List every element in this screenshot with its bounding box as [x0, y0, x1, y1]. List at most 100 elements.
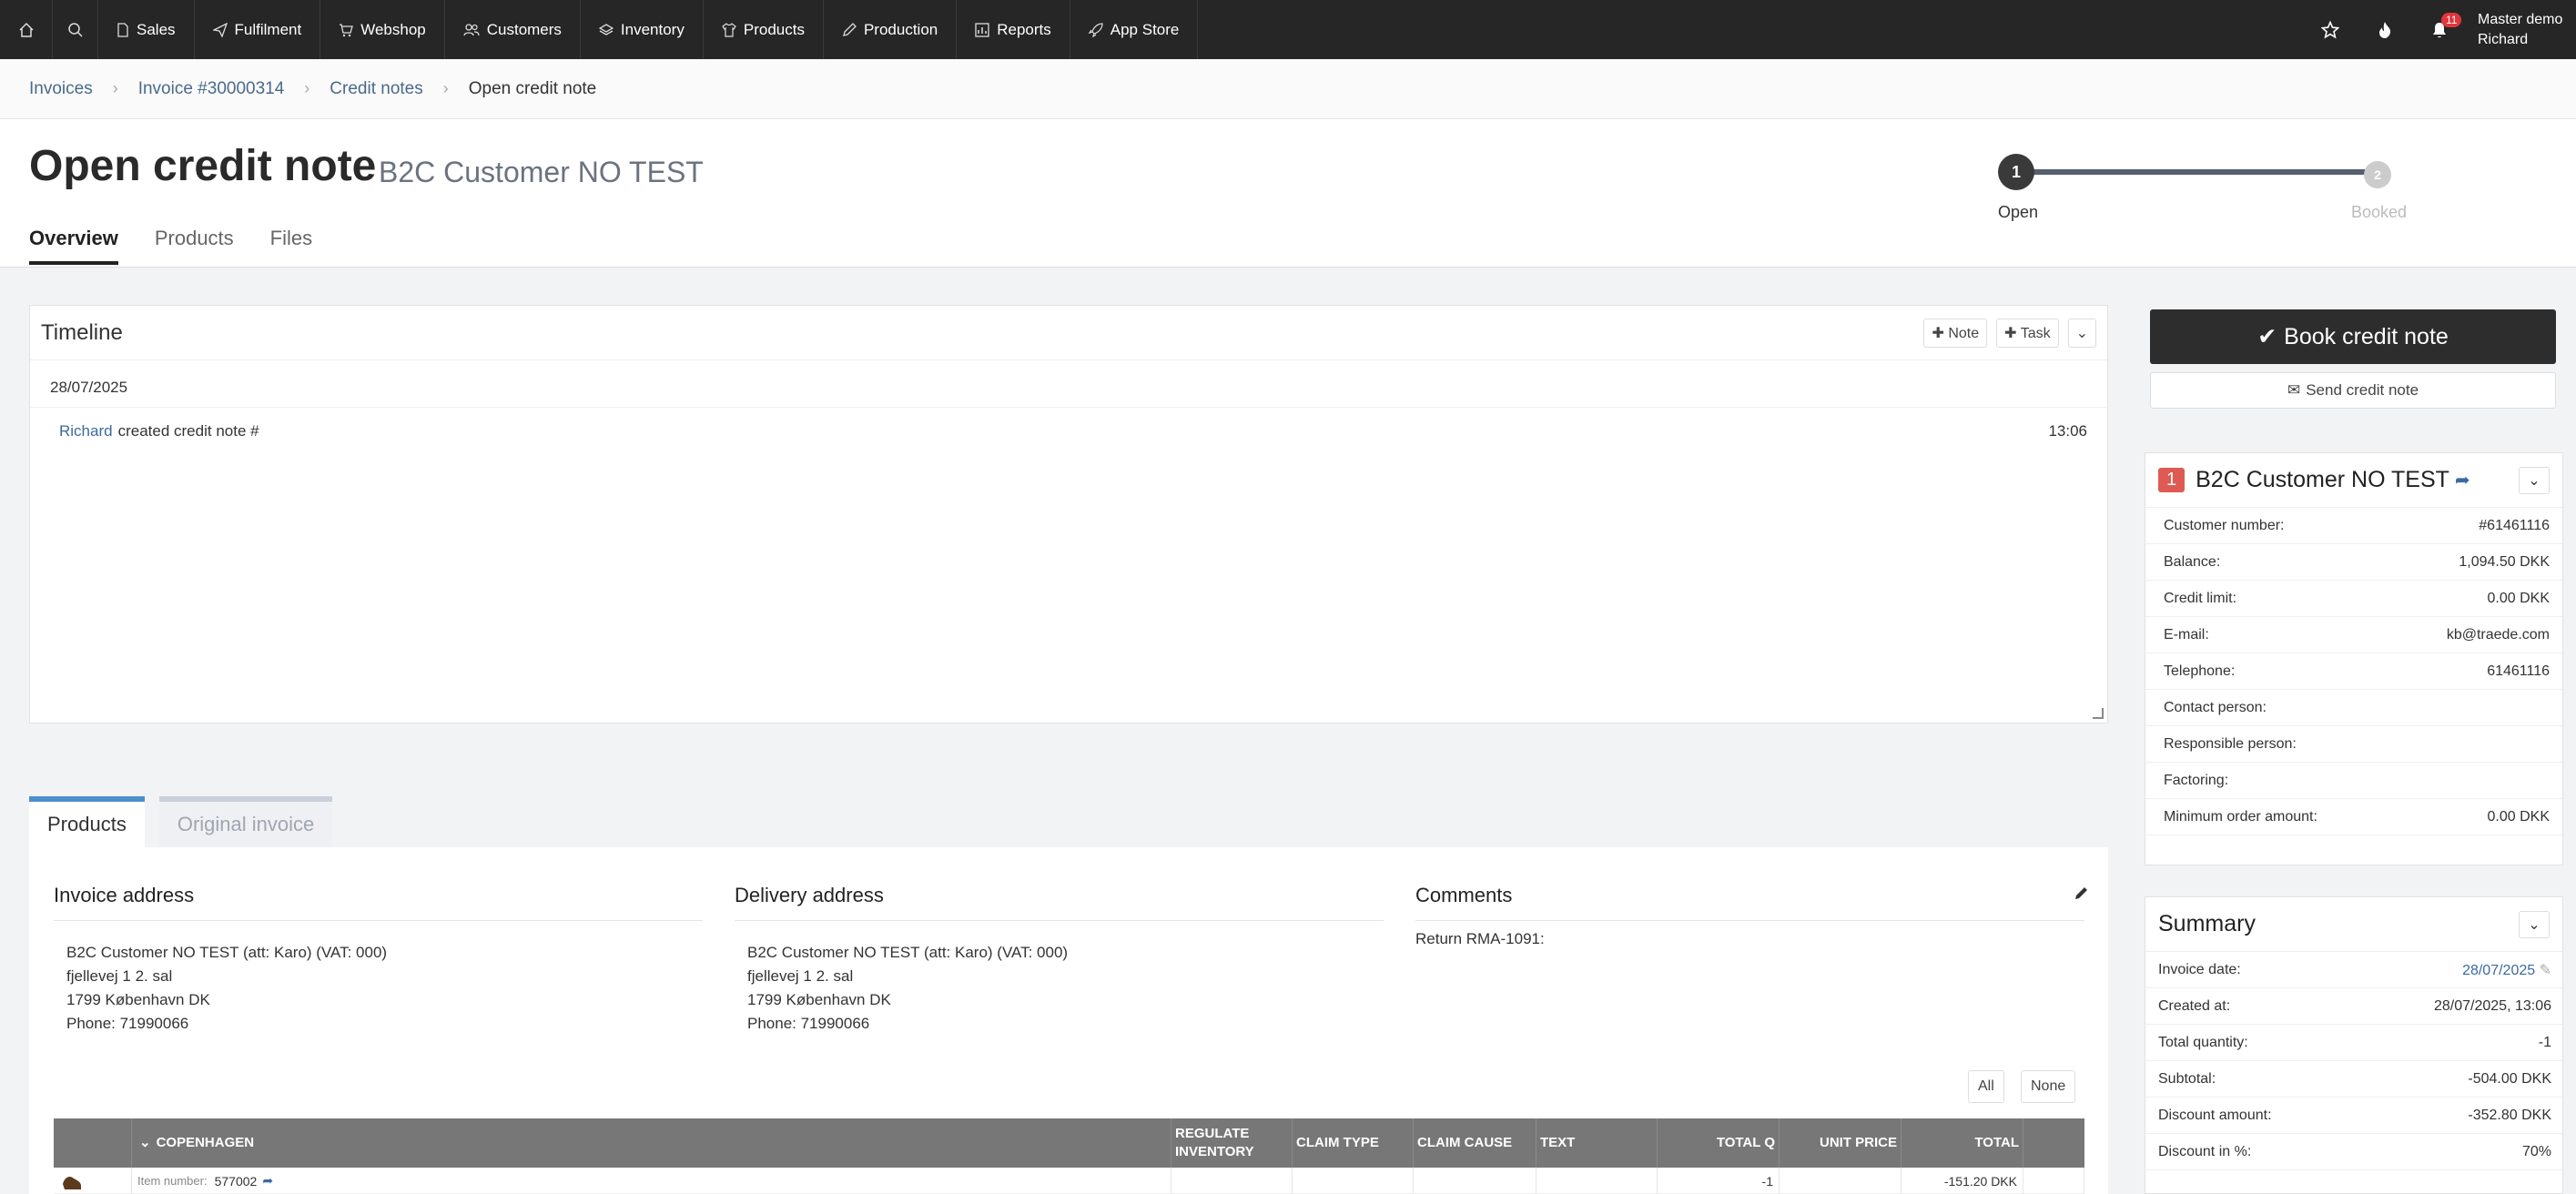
delivery-address-line: Phone: 71990066 [747, 1015, 870, 1032]
tab-original-invoice[interactable]: Original invoice [158, 796, 333, 847]
tab-files[interactable]: Files [270, 227, 312, 265]
field-value: -1 [2538, 1034, 2551, 1050]
star-icon[interactable] [2303, 0, 2358, 59]
nav-inventory-label: Inventory [620, 20, 685, 38]
delivery-address: Delivery address B2C Customer NO TEST (a… [735, 884, 1384, 1036]
breadcrumb-credit-notes[interactable]: Credit notes [330, 79, 422, 99]
claim-type-cell [1293, 1168, 1414, 1194]
timeline-title: Timeline [41, 319, 123, 345]
timeline-date: 28/07/2025 [30, 368, 2107, 408]
send-credit-note-button[interactable]: ✉ Send credit note [2150, 372, 2556, 409]
nav-sales-label: Sales [137, 20, 176, 38]
summary-field: Discount amount: -352.80 DKK [2145, 1098, 2562, 1134]
summary-panel-toggle[interactable]: ⌄ [2519, 910, 2550, 938]
customer-panel: 1 B2C Customer NO TEST ➦ ⌄ Customer numb… [2145, 452, 2563, 865]
tab-products-lines[interactable]: Products [29, 796, 145, 847]
nav-production[interactable]: Production [824, 0, 958, 59]
invoice-date-value[interactable]: 28/07/2025 ✎ [2462, 961, 2551, 979]
timeline-dropdown-button[interactable]: ⌄ [2067, 318, 2096, 348]
plus-icon: ✚ [1932, 325, 1949, 341]
customer-field: E-mail: kb@traede.com [2145, 617, 2562, 653]
timeline-entry-user[interactable]: Richard [59, 408, 113, 455]
nav-products[interactable]: Products [704, 0, 824, 59]
step-booked: 2 [2364, 161, 2391, 188]
resize-handle[interactable] [2093, 708, 2104, 719]
search-icon[interactable] [53, 0, 98, 59]
timeline-panel: Timeline ✚ Note ✚ Task ⌄ 28/07/2025 Rich… [29, 305, 2108, 723]
book-credit-note-button[interactable]: ✔ Book credit note [2150, 309, 2556, 364]
field-value: #61461116 [2479, 517, 2550, 533]
customer-header: 1 B2C Customer NO TEST ➦ ⌄ [2145, 453, 2562, 508]
column-group[interactable]: ⌄ COPENHAGEN [132, 1118, 1171, 1168]
user-name: Richard [2478, 31, 2529, 47]
plus-icon: ✚ [2004, 325, 2021, 341]
field-label: Minimum order amount: [2164, 808, 2317, 825]
field-value: -352.80 DKK [2468, 1107, 2551, 1123]
products-panel: Invoice address B2C Customer NO TEST (at… [29, 847, 2108, 1194]
timeline-header: Timeline ✚ Note ✚ Task ⌄ [30, 306, 2107, 360]
column-unit-price: UNIT PRICE [1780, 1118, 1902, 1168]
nav-webshop[interactable]: Webshop [320, 0, 445, 59]
step-booked-label: Booked [2351, 203, 2408, 221]
column-regulate-inventory: REGULATE INVENTORY [1171, 1118, 1293, 1168]
page-header: Open credit note B2C Customer NO TEST Ov… [0, 119, 2576, 268]
customer-field: Customer number: #61461116 [2145, 508, 2562, 544]
share-arrow-icon[interactable]: ➦ [2455, 469, 2470, 491]
tab-products[interactable]: Products [155, 227, 234, 265]
nav-fulfilment[interactable]: Fulfilment [195, 0, 321, 59]
field-label: Invoice date: [2158, 961, 2241, 977]
chart-icon [975, 22, 989, 37]
comments-text: Return RMA-1091: [1415, 930, 1545, 947]
breadcrumb-invoices[interactable]: Invoices [29, 79, 93, 99]
breadcrumb-invoice[interactable]: Invoice #30000314 [138, 79, 285, 99]
chevron-down-icon: ⌄ [2528, 472, 2541, 489]
user-menu[interactable]: Master demo Richard [2467, 10, 2576, 50]
nav-production-label: Production [863, 20, 938, 38]
add-note-label: Note [1948, 325, 1980, 341]
customer-number-badge: 1 [2158, 468, 2186, 492]
pencil-icon [843, 22, 857, 36]
customer-field: Factoring: [2145, 763, 2562, 799]
field-label: Factoring: [2164, 772, 2229, 788]
nav-sales[interactable]: Sales [98, 0, 195, 59]
page-tabs: Overview Products Files [29, 227, 312, 265]
regulate-inventory-cell [1171, 1168, 1293, 1194]
field-label: Customer number: [2164, 517, 2285, 533]
text-cell [1536, 1168, 1658, 1194]
notifications-bell-icon[interactable]: 11 [2412, 0, 2467, 59]
nav-inventory[interactable]: Inventory [581, 0, 704, 59]
field-label: Discount in %: [2158, 1143, 2252, 1159]
field-value: 28/07/2025 [2462, 962, 2536, 978]
customer-name-text: B2C Customer NO TEST [2196, 467, 2449, 492]
item-number-label: Item number: [137, 1174, 208, 1188]
users-icon [463, 23, 480, 35]
share-arrow-icon[interactable]: ➦ [262, 1173, 273, 1189]
nav-reports[interactable]: Reports [957, 0, 1070, 59]
home-icon[interactable] [0, 0, 53, 59]
nav-customers[interactable]: Customers [445, 0, 581, 59]
summary-title: Summary [2158, 911, 2256, 936]
rocket-icon [1088, 22, 1103, 37]
nav-app-store[interactable]: App Store [1070, 0, 1199, 59]
column-claim-cause: CLAIM CAUSE [1414, 1118, 1536, 1168]
select-all-button[interactable]: All [1968, 1070, 2004, 1103]
add-note-button[interactable]: ✚ Note [1923, 318, 1988, 348]
nav-reports-label: Reports [997, 20, 1051, 38]
field-label: Created at: [2158, 997, 2231, 1014]
breadcrumb-current: Open credit note [468, 78, 597, 98]
tab-overview[interactable]: Overview [29, 227, 118, 265]
fire-icon[interactable] [2358, 0, 2412, 59]
summary-field: Discount in %: 70% [2145, 1134, 2562, 1170]
customer-name[interactable]: B2C Customer NO TEST ➦ [2196, 467, 2519, 493]
edit-pencil-icon[interactable] [2074, 886, 2088, 906]
summary-panel: Summary ⌄ Invoice date: 28/07/2025 ✎ Cre… [2145, 896, 2563, 1194]
add-task-button[interactable]: ✚ Task [1996, 318, 2059, 348]
select-none-button[interactable]: None [2021, 1070, 2076, 1103]
column-image [54, 1118, 132, 1168]
customer-panel-toggle[interactable]: ⌄ [2519, 466, 2550, 494]
summary-field: Subtotal: -504.00 DKK [2145, 1061, 2562, 1098]
invoice-address-line: fjellevej 1 2. sal [66, 967, 173, 985]
customer-field: Credit limit: 0.00 DKK [2145, 581, 2562, 617]
chevron-right-icon: › [112, 79, 118, 97]
customer-field: Balance: 1,094.50 DKK [2145, 544, 2562, 581]
